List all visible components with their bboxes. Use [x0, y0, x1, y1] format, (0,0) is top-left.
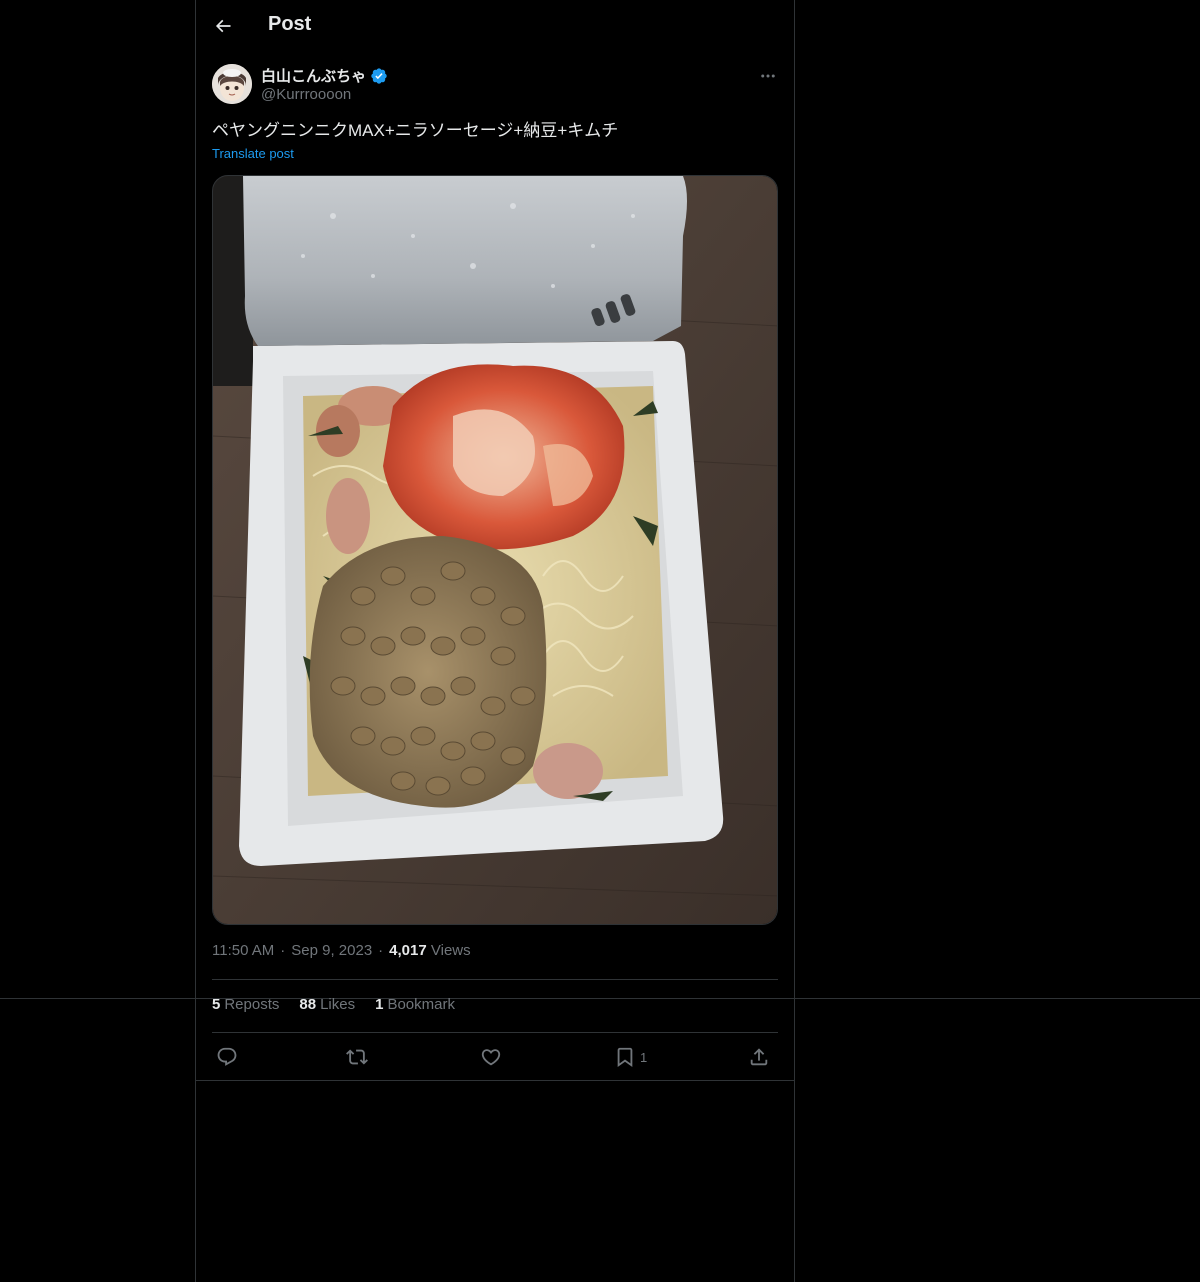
likes-label: Likes	[320, 996, 356, 1013]
more-options-button[interactable]	[752, 64, 784, 88]
verified-badge-icon	[370, 67, 388, 85]
heart-icon	[480, 1046, 502, 1068]
repost-button[interactable]	[346, 1040, 368, 1074]
share-button[interactable]	[748, 1040, 770, 1074]
repost-icon	[346, 1046, 368, 1068]
share-icon	[748, 1046, 770, 1068]
bookmarks-stat[interactable]: 1 Bookmark	[375, 996, 455, 1013]
reply-button[interactable]	[216, 1040, 238, 1074]
reposts-stat[interactable]: 5 Reposts	[212, 996, 279, 1013]
post-stats: 5 Reposts 88 Likes 1 Bookmark	[212, 996, 455, 1013]
bookmarks-label: Bookmark	[387, 996, 455, 1013]
arrow-left-icon	[213, 16, 233, 36]
likes-count: 88	[299, 996, 317, 1013]
reply-icon	[216, 1046, 238, 1068]
divider	[212, 979, 778, 980]
author-name[interactable]: 白山こんぶちゃ	[261, 65, 388, 86]
post-header: Post	[196, 0, 794, 53]
back-button[interactable]	[206, 9, 240, 43]
avatar[interactable]	[212, 64, 252, 104]
author-display-name[interactable]: 白山こんぶちゃ	[261, 65, 366, 86]
post-text: ペヤングニンニクMAX+ニラソーセージ+納豆+キムチ	[212, 121, 619, 140]
primary-column: Post 白山こんぶちゃ @Kurrroooon ペヤングニンニクMAX+ニラソ…	[195, 0, 795, 1282]
more-horizontal-icon	[759, 67, 777, 85]
meta-separator: ·	[280, 942, 286, 959]
reposts-label: Reposts	[224, 996, 280, 1013]
post-image[interactable]	[212, 175, 778, 925]
reposts-count: 5	[212, 996, 221, 1013]
views-label: Views	[430, 942, 471, 959]
post-meta: 11:50 AM · Sep 9, 2023 · 4,017 Views	[212, 942, 471, 959]
likes-stat[interactable]: 88 Likes	[299, 996, 355, 1013]
divider	[212, 1032, 778, 1033]
views: 4,017 Views	[389, 942, 470, 959]
divider	[196, 1080, 794, 1081]
post-date[interactable]: Sep 9, 2023	[291, 942, 372, 959]
views-count: 4,017	[389, 942, 427, 959]
post-time[interactable]: 11:50 AM	[212, 942, 274, 959]
bookmarks-count: 1	[375, 996, 384, 1013]
meta-separator: ·	[378, 942, 384, 959]
like-button[interactable]	[480, 1040, 502, 1074]
author-handle[interactable]: @Kurrroooon	[261, 86, 351, 103]
translate-post-link[interactable]: Translate post	[212, 146, 294, 161]
page-title: Post	[268, 13, 312, 35]
bookmark-icon	[614, 1046, 636, 1068]
bookmark-count: 1	[640, 1049, 648, 1065]
bookmark-button[interactable]: 1	[614, 1040, 647, 1074]
action-bar: 1	[212, 1040, 778, 1074]
